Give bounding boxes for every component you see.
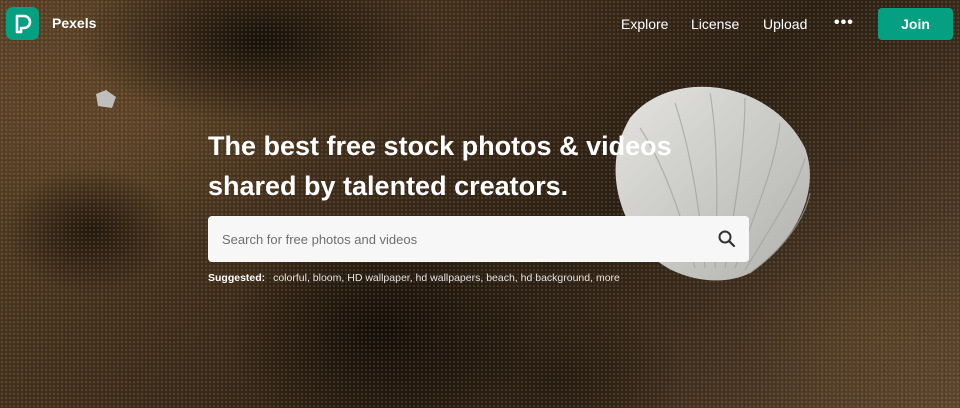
search-bar	[208, 216, 749, 262]
search-input[interactable]	[208, 216, 698, 262]
suggested-hd-wallpapers[interactable]: hd wallpapers	[416, 272, 481, 284]
suggested-hd-wallpaper[interactable]: HD wallpaper	[347, 272, 409, 284]
hero-background: Pexels Explore License Upload ••• Join T…	[0, 0, 960, 408]
join-button[interactable]: Join	[878, 8, 953, 40]
nav-license[interactable]: License	[691, 16, 739, 32]
suggested-beach[interactable]: beach	[486, 272, 515, 284]
suggested-bloom[interactable]: bloom	[313, 272, 342, 284]
top-nav: Pexels Explore License Upload ••• Join	[0, 0, 960, 50]
hero-headline: The best free stock photos & videos shar…	[208, 126, 768, 206]
search-icon[interactable]	[717, 229, 737, 249]
pexels-logo-icon[interactable]	[6, 7, 39, 40]
headline-line-1: The best free stock photos & videos	[208, 131, 672, 161]
suggested-colorful[interactable]: colorful	[273, 272, 307, 284]
more-dots-icon[interactable]: •••	[834, 14, 854, 32]
headline-line-2: shared by talented creators.	[208, 171, 569, 201]
nav-explore[interactable]: Explore	[621, 16, 668, 32]
suggested-searches: Suggested: colorful, bloom, HD wallpaper…	[208, 272, 620, 284]
suggested-label: Suggested:	[208, 272, 266, 284]
brand-name[interactable]: Pexels	[52, 15, 96, 31]
nav-upload[interactable]: Upload	[763, 16, 807, 32]
suggested-hd-background[interactable]: hd background	[521, 272, 590, 284]
pebble-image	[96, 90, 116, 108]
suggested-more[interactable]: more	[596, 272, 620, 284]
